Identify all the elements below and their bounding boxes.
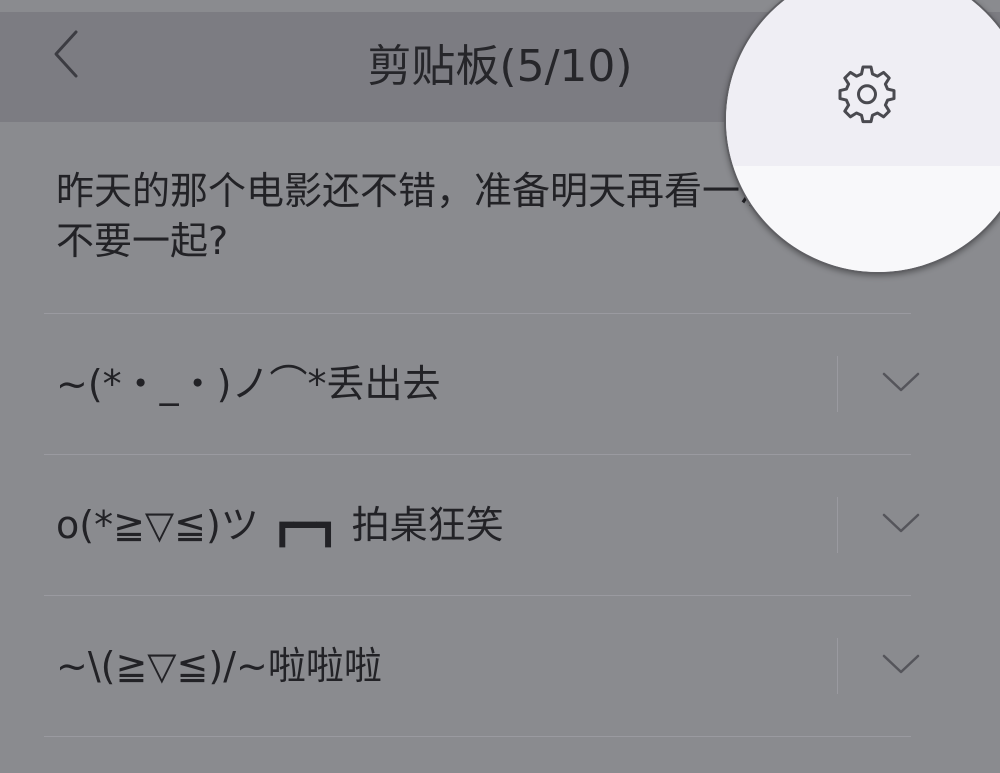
chevron-down-icon [881,370,921,398]
item-separator [837,356,838,412]
divider [44,736,911,737]
item-separator [837,497,838,553]
list-item: ~\(≧▽≦)/~啦啦啦 [0,596,1000,736]
settings-button[interactable] [832,60,902,130]
expand-button[interactable] [870,499,932,551]
expand-button[interactable] [870,358,932,410]
gear-icon [836,62,898,128]
magnifier-highlight [724,0,1000,274]
list-item: o(*≧▽≦)ツ ┏━┓ 拍桌狂笑 [0,455,1000,595]
list-item: ~(*・_・)ノ⌒*丢出去 [0,314,1000,454]
chevron-down-icon [881,652,921,680]
item-separator [837,638,838,694]
clipboard-item-text[interactable]: ~\(≧▽≦)/~啦啦啦 [56,596,382,736]
clipboard-item-text[interactable]: o(*≧▽≦)ツ ┏━┓ 拍桌狂笑 [56,455,504,595]
magnifier-body-area [726,166,1000,272]
clipboard-item-text[interactable]: ~(*・_・)ノ⌒*丢出去 [56,314,441,454]
chevron-down-icon [881,511,921,539]
expand-button[interactable] [870,640,932,692]
